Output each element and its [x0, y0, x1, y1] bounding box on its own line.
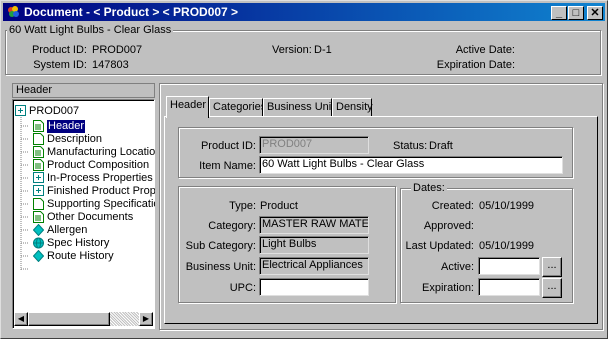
tree-horizontal-scrollbar[interactable]: ◀ ▶ — [14, 312, 153, 326]
globe-icon — [33, 237, 44, 249]
tab-density[interactable]: Density — [332, 98, 373, 117]
expand-icon[interactable] — [33, 185, 44, 197]
document-green-icon — [33, 159, 44, 171]
summary-active-date-label: Active Date: — [455, 44, 515, 56]
summary-expiration-date-label: Expiration Date: — [436, 59, 515, 71]
upc-field[interactable] — [259, 278, 369, 296]
type-value: Product — [260, 200, 298, 212]
app-icon — [8, 6, 19, 17]
expand-icon[interactable] — [33, 172, 44, 184]
diamond-icon — [33, 250, 44, 262]
product-id-field: PROD007 — [259, 136, 369, 154]
item-name-label: Item Name: — [199, 160, 256, 172]
document-green-icon — [33, 120, 44, 132]
type-label: Type: — [229, 200, 256, 212]
summary-version-label: Version: — [272, 44, 312, 56]
tree-item-label: Finished Product Prope — [47, 185, 155, 197]
tab-categories[interactable]: Categories — [209, 98, 266, 117]
status-label: Status: — [393, 140, 428, 152]
created-value: 05/10/1999 — [479, 200, 535, 212]
business-unit-label: Business Unit: — [185, 261, 256, 273]
category-label: Category: — [208, 220, 256, 232]
title-bar[interactable]: Document - < Product > < PROD007 > _ □ ✕ — [3, 3, 605, 21]
tree-item-label: Header — [47, 120, 86, 133]
tree-content: PROD007 Header Description Manufacturing… — [12, 99, 155, 327]
tab-header[interactable]: Header — [166, 96, 209, 118]
product-id-label: Product ID: — [200, 140, 256, 152]
collapse-icon[interactable] — [15, 105, 26, 117]
tree-root[interactable]: PROD007 — [15, 105, 145, 118]
scroll-left-button[interactable]: ◀ — [14, 312, 28, 326]
summary-system-id-label: System ID: — [33, 59, 87, 71]
close-button[interactable]: ✕ — [587, 6, 603, 20]
maximize-button[interactable]: □ — [568, 6, 584, 20]
summary-group-label: 60 Watt Light Bulbs - Clear Glass — [7, 24, 174, 36]
last-updated-value: 05/10/1999 — [479, 240, 535, 252]
summary-system-id-value: 147803 — [92, 59, 129, 71]
dates-group-label: Dates: — [411, 182, 447, 194]
expiration-date-field[interactable] — [478, 278, 540, 296]
summary-product-id-value: PROD007 — [92, 44, 143, 56]
active-date-picker-button[interactable]: ... — [542, 257, 562, 277]
tree-item-label: Allergen — [47, 224, 88, 236]
document-icon — [33, 133, 44, 145]
tab-business-units[interactable]: Business Units — [263, 98, 340, 117]
document-window: Document - < Product > < PROD007 > _ □ ✕… — [0, 0, 608, 339]
category-field: MASTER RAW MATERI — [259, 216, 369, 234]
tree-item-label: Manufacturing Location — [47, 146, 155, 158]
window-title: Document - < Product > < PROD007 > — [24, 5, 239, 19]
sub-category-label: Sub Category: — [185, 240, 256, 252]
scroll-right-button[interactable]: ▶ — [139, 312, 153, 326]
tree-header: Header — [12, 83, 155, 98]
status-value: Draft — [429, 140, 453, 152]
tree-item-label: Description — [47, 133, 103, 145]
tree-item-label: Spec History — [47, 237, 110, 249]
active-date-field[interactable] — [478, 257, 540, 275]
document-icon — [33, 198, 44, 210]
approved-label: Approved: — [423, 220, 474, 232]
tree-item-label: Other Documents — [47, 211, 134, 223]
sub-category-field: Light Bulbs — [259, 236, 369, 254]
scroll-thumb[interactable] — [28, 312, 110, 326]
upc-label: UPC: — [229, 282, 256, 294]
tree-item-label: Product Composition — [47, 159, 150, 171]
summary-version-value: D-1 — [314, 44, 332, 56]
business-unit-field: Electrical Appliances — [259, 257, 369, 275]
tree-item-label: In-Process Properties — [47, 172, 153, 184]
item-name-field[interactable]: 60 Watt Light Bulbs - Clear Glass — [259, 156, 563, 174]
minimize-button[interactable]: _ — [551, 6, 567, 20]
expiration-label: Expiration: — [422, 282, 474, 294]
tree-item-label: Route History — [47, 250, 114, 262]
diamond-icon — [33, 224, 44, 236]
active-label: Active: — [440, 261, 474, 273]
summary-product-id-label: Product ID: — [31, 44, 87, 56]
expiration-date-picker-button[interactable]: ... — [542, 278, 562, 298]
document-green-icon — [33, 211, 44, 223]
tree-item-label: Supporting Specificatio — [47, 198, 155, 210]
tree-root-label: PROD007 — [29, 105, 80, 117]
document-green-icon — [33, 146, 44, 158]
last-updated-label: Last Updated: — [405, 240, 475, 252]
created-label: Created: — [431, 200, 474, 212]
